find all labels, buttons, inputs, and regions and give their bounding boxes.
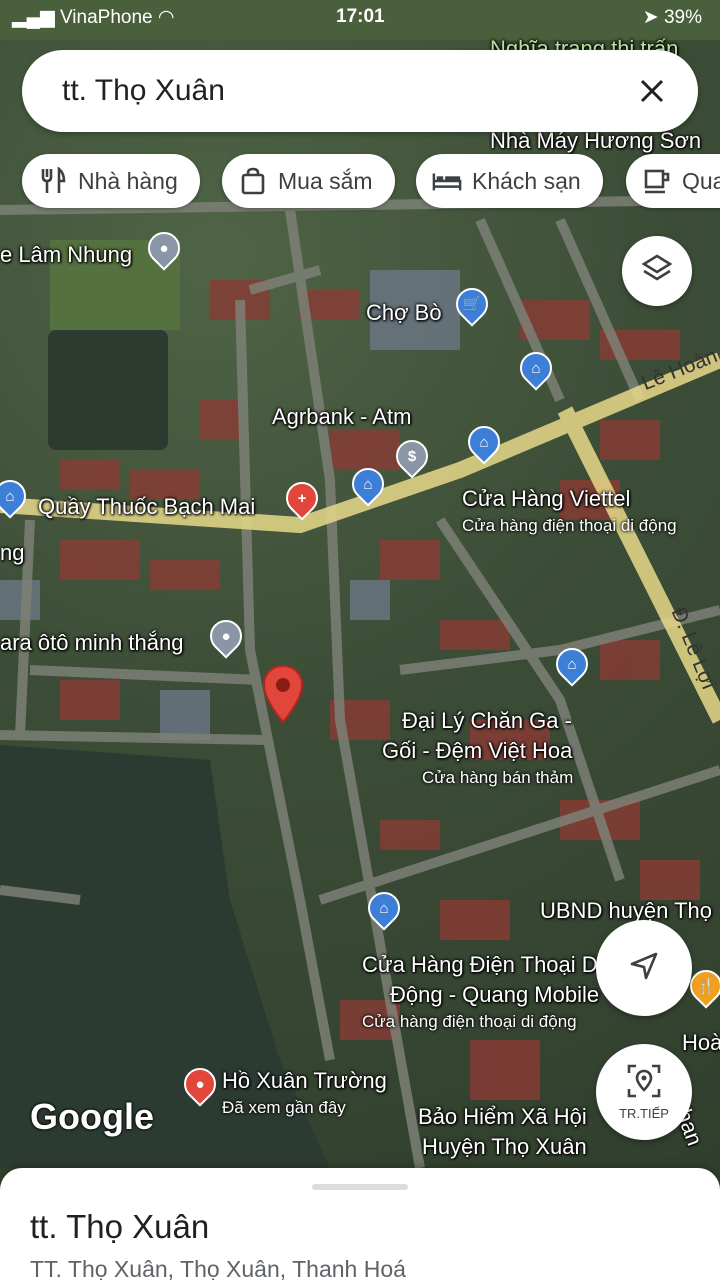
- hotel-bed-icon: [432, 166, 462, 196]
- location-arrow-icon: ➤: [642, 7, 664, 28]
- restaurant-icon: [38, 166, 68, 196]
- chip-cafe[interactable]: Qua: [626, 154, 720, 208]
- cafe-icon: [642, 166, 672, 196]
- map-sublabel: Đã xem gần đây: [222, 1098, 346, 1117]
- layers-button[interactable]: [622, 236, 692, 306]
- street-view-icon: [626, 1063, 662, 1104]
- battery-percent: 39%: [663, 7, 702, 28]
- close-icon[interactable]: [628, 67, 676, 115]
- map-label: Cửa Hàng Điện Thoại Di: [362, 952, 603, 977]
- chip-hotels[interactable]: Khách sạn: [416, 154, 603, 208]
- sheet-drag-handle[interactable]: [312, 1184, 408, 1190]
- map-sublabel: Cửa hàng bán thảm: [422, 768, 574, 787]
- map-sublabel: Cửa hàng điện thoại di động: [462, 516, 677, 535]
- map-label: Huyện Thọ Xuân: [422, 1134, 587, 1159]
- map-label: Agrbank - Atm: [272, 404, 412, 429]
- navigation-arrow-icon: [628, 950, 660, 987]
- status-right: ➤ 39%: [643, 6, 702, 29]
- layers-icon: [640, 252, 674, 291]
- map-label: Chợ Bò: [366, 300, 442, 325]
- map-label: e Lâm Nhung: [0, 242, 133, 267]
- map-label: Gối - Đệm Việt Hoa: [382, 738, 573, 763]
- map-label: Động - Quang Mobile: [390, 982, 600, 1007]
- status-bar: ▂▄▆ VinaPhone ◠ 17:01 ➤ 39%: [0, 0, 720, 36]
- map-label: UBND huyện Thọ: [540, 898, 713, 923]
- map-label: Bảo Hiểm Xã Hội: [418, 1104, 587, 1129]
- map-label: Cửa Hàng Viettel: [462, 486, 631, 511]
- place-address: TT. Thọ Xuân, Thọ Xuân, Thanh Hoá: [30, 1256, 406, 1280]
- map-label: Quầy Thuốc Bạch Mai: [38, 494, 256, 519]
- map-label: Hoà: [682, 1030, 720, 1055]
- google-logo: Google: [30, 1096, 154, 1137]
- map-sublabel: Cửa hàng điện thoại di động: [362, 1012, 577, 1031]
- place-bottom-sheet[interactable]: tt. Thọ Xuân TT. Thọ Xuân, Thọ Xuân, Tha…: [0, 1168, 720, 1280]
- map-label: ara ôtô minh thắng: [0, 630, 184, 655]
- search-bar[interactable]: tt. Thọ Xuân: [22, 50, 698, 132]
- map-label: ng: [0, 540, 25, 565]
- my-location-button[interactable]: [596, 920, 692, 1016]
- chip-shopping[interactable]: Mua sắm: [222, 154, 395, 208]
- signal-icon: ▂▄▆: [12, 7, 60, 28]
- selected-location-pin-icon[interactable]: [262, 664, 304, 724]
- clock: 17:01: [336, 6, 385, 27]
- wifi-icon: ◠: [152, 7, 175, 28]
- shopping-bag-icon: [238, 166, 268, 196]
- place-title: tt. Thọ Xuân: [30, 1208, 210, 1245]
- search-query[interactable]: tt. Thọ Xuân: [62, 74, 225, 108]
- street-view-button[interactable]: TR.TIẾP: [596, 1044, 692, 1140]
- map-label: Hồ Xuân Trường: [222, 1068, 387, 1093]
- carrier-name: ▂▄▆ VinaPhone ◠: [12, 7, 175, 28]
- map-label: Đại Lý Chăn Ga -: [402, 708, 572, 733]
- street-view-label: TR.TIẾP: [619, 1106, 669, 1121]
- chip-restaurants[interactable]: Nhà hàng: [22, 154, 200, 208]
